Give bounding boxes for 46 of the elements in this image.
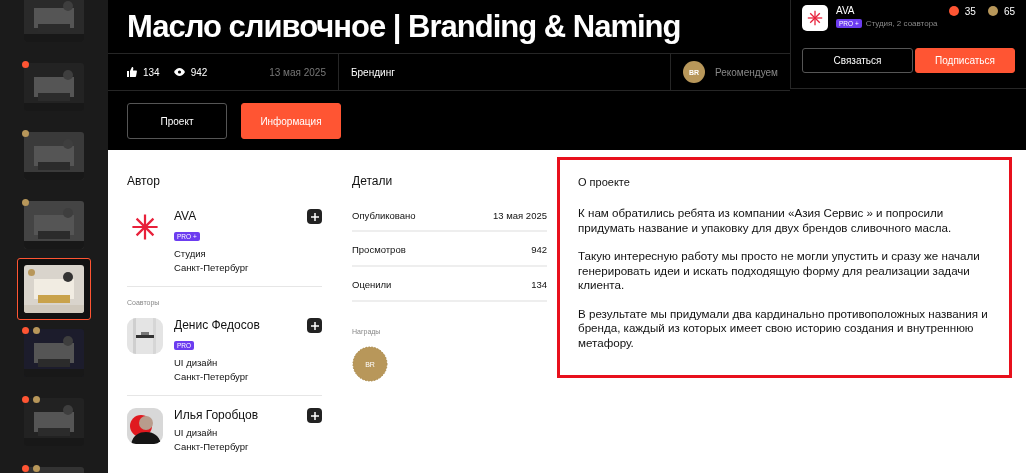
person-role: Студия <box>174 248 207 260</box>
detail-label: Просмотров <box>352 244 406 255</box>
follow-plus-button[interactable] <box>307 209 322 224</box>
studio-name: AVA <box>836 5 856 16</box>
eye-icon <box>173 68 185 76</box>
person-city: Санкт-Петербург <box>174 262 250 274</box>
contact-button[interactable]: Связаться <box>802 48 913 73</box>
thumbs-up-icon <box>127 67 137 77</box>
detail-value: 134 <box>531 279 547 290</box>
project-thumbnail[interactable] <box>17 258 91 320</box>
about-paragraph: Такую интересную работу мы просто не могли упустить и сразу же начали генерировать идеи и искать подходящую форму для реализации задачи клиента. <box>578 249 981 293</box>
follow-plus-button[interactable] <box>307 318 322 333</box>
project-title: Масло сливочное | Branding & Naming <box>126 7 682 46</box>
person-name[interactable]: Денис Федосов <box>174 318 296 332</box>
publish-date: 13 мая 2025 <box>269 66 326 78</box>
person-city: Санкт-Петербург <box>174 441 250 453</box>
detail-value: 942 <box>531 244 547 255</box>
person-city: Санкт-Петербург <box>174 371 250 383</box>
detail-value: 13 мая 2025 <box>493 210 547 221</box>
score-count: 35 <box>964 5 976 17</box>
person-name[interactable]: AVA <box>174 209 296 223</box>
award-dot <box>987 6 998 16</box>
category-label: Брендинг <box>351 66 395 78</box>
award-count: 65 <box>1003 5 1015 17</box>
person-name[interactable]: Илья Горобцов <box>174 408 296 422</box>
tab[interactable]: Проект <box>127 103 227 139</box>
about-heading: О проекте <box>578 176 631 188</box>
detail-label: Опубликовано <box>352 210 416 221</box>
about-paragraph: К нам обратились ребята из компании «Азия Сервис » и попросили придумать название и упаковку для двух брендов сливочного масла. <box>578 206 953 235</box>
score-dot <box>948 6 959 16</box>
section-heading: Детали <box>352 174 394 188</box>
studio-subtitle: Студия, 2 соавтора <box>865 19 938 28</box>
star-logo-icon <box>807 10 823 26</box>
about-paragraph: В результате мы придумали два кардинально противоположных названия и бренда, каждый из которых имеет свою историю создания и внутреннюю метафору. <box>578 306 989 350</box>
views-count: 942 <box>190 66 208 78</box>
star-logo-icon <box>131 213 159 241</box>
plus-icon <box>310 212 319 221</box>
detail-label: Оценили <box>352 279 392 290</box>
plus-icon <box>310 321 319 330</box>
award-label: Рекомендуем <box>715 66 778 78</box>
person-role: UI дизайн <box>174 357 219 369</box>
person-role: UI дизайн <box>174 427 219 439</box>
section-heading: Автор <box>127 174 161 188</box>
plus-icon <box>310 411 319 420</box>
likes-count: 134 <box>143 66 160 78</box>
follow-plus-button[interactable] <box>307 408 322 423</box>
